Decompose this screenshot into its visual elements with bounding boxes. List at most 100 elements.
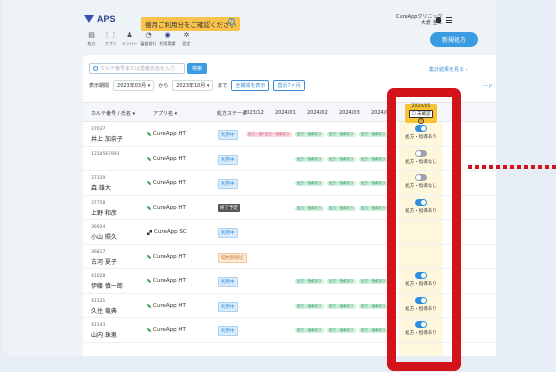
nav-item-review[interactable]: ◔ 審査発行 <box>139 31 158 47</box>
code-link[interactable]: ード <box>483 83 493 90</box>
treatment-tag: 処方・指導あり <box>263 132 292 137</box>
app-name-text: CureApp HT <box>153 180 186 186</box>
review-icon: ◔ <box>145 31 152 39</box>
hamburger-menu-icon[interactable] <box>446 17 452 23</box>
treatment-tag: 処方・指導あり <box>327 156 356 162</box>
nav-item-usage[interactable]: ◉ 利用実績 <box>158 30 177 47</box>
app-root: APS 億月ご利用分をご確認ください ? CureAppクリニック 大倉 圭二 … <box>0 0 556 372</box>
leaf-icon <box>147 156 151 161</box>
apps-grid-icon: ⋮⋮ <box>103 31 118 39</box>
recent-period-button[interactable]: 直近7ヶ月 <box>273 80 305 91</box>
patient-name[interactable]: 山内 珠恵 <box>91 330 117 339</box>
treatment-tag: 処方・指導あり <box>359 328 388 333</box>
app-name: CureApp HT <box>147 205 186 211</box>
patient-name[interactable]: 久住 竜典 <box>91 306 117 315</box>
treatment-tag: 処方・指導あり <box>295 205 324 211</box>
app-name-text: CureApp HT <box>153 131 186 137</box>
logo-text: APS <box>97 14 116 24</box>
new-prescription-button[interactable]: 新規処方 <box>430 32 479 47</box>
patient-name[interactable]: 森 雄大 <box>91 183 111 192</box>
header: APS 億月ご利用分をご確認ください ? CureAppクリニック 大倉 圭二 … <box>78 8 496 48</box>
status-badge: 利用中 <box>218 130 238 140</box>
app-sc-icon <box>147 229 152 235</box>
patient-id: 41143 <box>91 323 106 328</box>
header-month: 2024/02 <box>307 110 328 116</box>
header-patient[interactable]: カルテ番号 / 氏名 ▾ <box>91 110 135 117</box>
status-badge: 利用中 <box>218 228 238 238</box>
header-month: 2023/12 <box>243 110 264 116</box>
patient-id: 37329 <box>91 176 106 181</box>
app-name-text: CureApp HT <box>153 302 186 309</box>
notice-banner[interactable]: 億月ご利用分をご確認ください <box>141 17 240 31</box>
patient-id: 36924 <box>91 225 106 230</box>
treatment-tag: 処方・指導あり <box>327 279 356 284</box>
treatment-tag: 処方・指導あり <box>327 181 356 186</box>
status-badge: 利用中 <box>218 277 238 287</box>
search-input[interactable]: カルテ番号または患者氏名を入力 <box>89 63 185 74</box>
header-month: 2024/01 <box>275 110 296 116</box>
search-button[interactable]: 検索 <box>187 63 208 74</box>
treatment-tag: 処方・指導あり <box>295 279 324 284</box>
treatment-tag: 処方・指導あり <box>359 303 388 309</box>
treatment-tag: 処方・指導あり <box>327 132 356 137</box>
nav-label: 審査発行 <box>140 41 157 46</box>
patient-id: 41028 <box>91 274 106 279</box>
treatment-tag: 処方・指導あり <box>327 328 356 333</box>
nav-item-apps[interactable]: ⋮⋮ アプリ <box>101 31 120 47</box>
leaf-icon <box>147 303 151 308</box>
stats-link[interactable]: 集計結果を見る › <box>429 66 468 73</box>
patient-name[interactable]: 上野 和彦 <box>91 208 117 217</box>
app-name-text: CureApp HT <box>153 253 186 260</box>
treatment-tag: 処方・指導あり <box>295 328 324 333</box>
leaf-icon <box>147 279 151 283</box>
nav-item-settings[interactable]: ✲ 設定 <box>177 31 196 47</box>
nav-label: 処方 <box>87 41 96 46</box>
search-icon <box>93 66 98 71</box>
leaf-icon <box>147 181 151 185</box>
app-name: CureApp HT <box>147 254 186 260</box>
nav-item-prescription[interactable]: ▤ 処方 <box>82 31 101 47</box>
leaf-icon <box>147 205 151 210</box>
patient-name[interactable]: 古河 夏子 <box>91 257 117 266</box>
app-name-text: CureApp HT <box>153 204 186 211</box>
header-app[interactable]: アプリ名 ▾ <box>153 110 177 117</box>
all-period-button[interactable]: 全期間を表示 <box>231 80 270 91</box>
app-name: CureApp HT <box>147 156 186 162</box>
nav-label: メンバー <box>121 41 138 46</box>
help-icon[interactable]: ? <box>228 18 235 25</box>
app-logo[interactable]: APS <box>84 14 116 24</box>
app-name: CureApp SC <box>147 229 187 235</box>
period-row: 表示期間 2023年03月 ▾ から 2023年10月 ▾ まで 全期間を表示 … <box>89 80 305 91</box>
patient-id: 36817 <box>91 249 106 255</box>
nav-label: 設定 <box>182 41 191 46</box>
period-label: 表示期間 <box>89 83 110 89</box>
nav-item-members[interactable]: ♟ メンバー <box>120 31 139 47</box>
app-name: CureApp HT <box>147 180 186 186</box>
treatment-tag: 処方・指導あり <box>327 303 356 309</box>
usage-icon: ◉ <box>164 31 171 39</box>
treatment-tag: 処方・指導あり <box>359 205 388 211</box>
header-month: 2024/0 <box>371 110 389 116</box>
bell-icon[interactable] <box>436 17 441 23</box>
app-name-text: CureApp HT <box>153 155 186 162</box>
search-placeholder: カルテ番号または患者氏名を入力 <box>100 66 176 72</box>
leaf-icon <box>147 328 151 332</box>
highlight-annotation-frame <box>387 88 461 371</box>
status-badge: 終了予定 <box>218 203 240 212</box>
treatment-tag: 処方・指導あり <box>359 132 388 137</box>
search-row: カルテ番号または患者氏名を入力 検索 <box>89 63 208 74</box>
patient-name[interactable]: 小山 照久 <box>91 232 117 241</box>
header-month: 2024/03 <box>339 110 360 116</box>
patient-id: 1234567891 <box>91 151 120 157</box>
treatment-tag: 処方・指導あり <box>359 181 388 186</box>
patient-id: 37037 <box>91 127 106 132</box>
treatment-tag: 処方・指導あり <box>295 156 324 162</box>
logo-icon <box>84 15 94 23</box>
patient-name[interactable]: 伊藤 慎一郎 <box>91 281 123 290</box>
period-from-select[interactable]: 2023年03月 ▾ <box>113 80 155 91</box>
patient-name[interactable]: 井上 加奈子 <box>91 134 123 143</box>
gear-icon: ✲ <box>183 31 190 39</box>
status-badge: 利用中 <box>218 154 238 165</box>
patient-id: 37758 <box>91 200 106 206</box>
period-to-select[interactable]: 2023年10月 ▾ <box>172 80 214 91</box>
